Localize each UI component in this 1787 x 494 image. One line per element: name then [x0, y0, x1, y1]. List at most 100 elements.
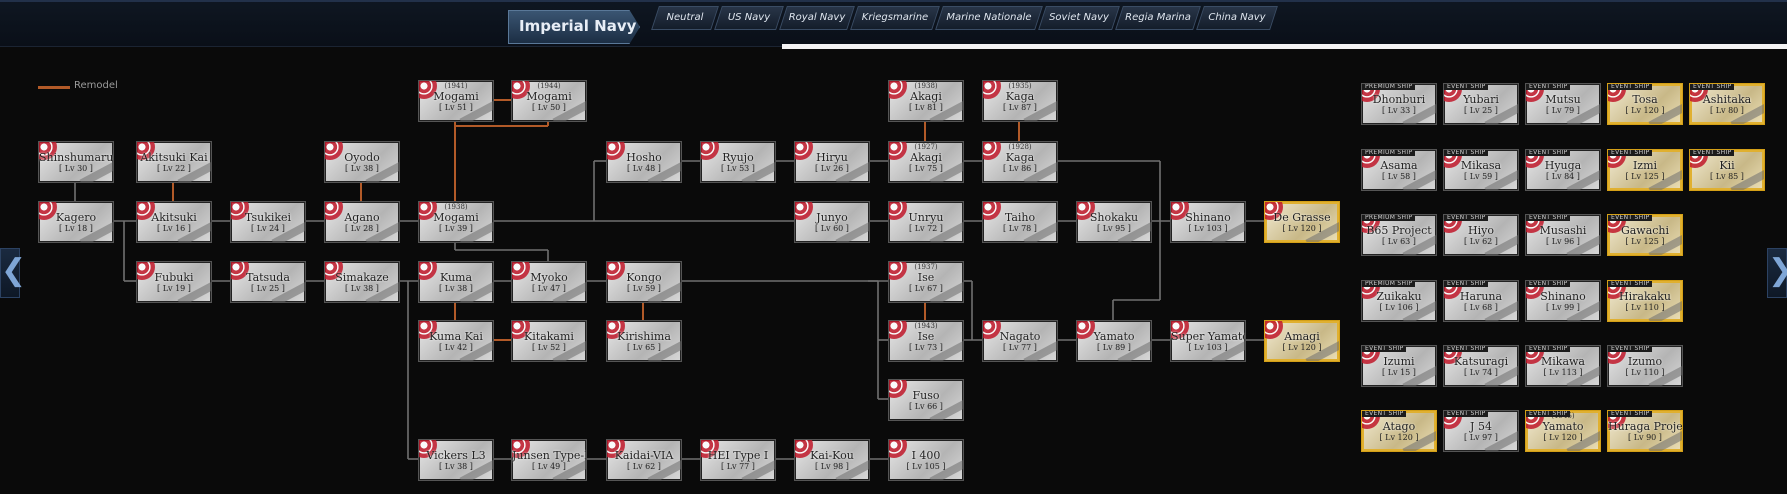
ship-card-mogami1941[interactable]: (1941) Mogami[ Lv 51 ]: [418, 80, 494, 122]
ship-level: [ Lv 28 ]: [345, 224, 379, 233]
ship-card-i400[interactable]: I 400[ Lv 105 ]: [888, 439, 964, 481]
ship-name: Akagi: [910, 90, 942, 103]
ship-card-ashitaka[interactable]: Ashitaka[ Lv 80 ] EVENT SHIP: [1689, 83, 1765, 125]
ship-card-kitakami[interactable]: Kitakami[ Lv 52 ]: [511, 320, 587, 362]
ship-name: Hosho: [626, 151, 662, 164]
scroll-left-arrow[interactable]: ❮: [0, 248, 26, 298]
ship-card-b65project[interactable]: B65 Project[ Lv 63 ] PREMIUM SHIP: [1361, 214, 1437, 256]
ship-card-myoko[interactable]: Myoko[ Lv 47 ]: [511, 261, 587, 303]
ship-card-zuikaku[interactable]: Zuikaku[ Lv 106 ] PREMIUM SHIP: [1361, 280, 1437, 322]
ship-card-shinano[interactable]: Shinano[ Lv 103 ]: [1170, 201, 1246, 243]
ship-level: [ Lv 84 ]: [1546, 172, 1580, 181]
ship-card-musashi[interactable]: Musashi[ Lv 96 ] EVENT SHIP: [1525, 214, 1601, 256]
ship-card-heitype1[interactable]: HEI Type I[ Lv 77 ]: [700, 439, 776, 481]
ship-card-hirakaku[interactable]: Hirakaku[ Lv 110 ] EVENT SHIP: [1607, 280, 1683, 322]
ship-type-badge: EVENT SHIP: [1526, 411, 1571, 417]
ship-card-simakaze[interactable]: Simakaze[ Lv 38 ]: [324, 261, 400, 303]
ship-card-atago[interactable]: Atago[ Lv 120 ] EVENT SHIP: [1361, 410, 1437, 452]
ship-year: (1928): [1008, 143, 1032, 151]
ship-card-shinshumaru[interactable]: Shinshumaru[ Lv 30 ]: [38, 141, 114, 183]
ship-card-ise1937[interactable]: (1937) Ise[ Lv 67 ]: [888, 261, 964, 303]
ship-level: [ Lv 66 ]: [909, 402, 943, 411]
ship-name: Mutsu: [1545, 93, 1581, 106]
ship-name: Junyo: [816, 211, 848, 224]
ship-name: Mogami: [433, 90, 479, 103]
ship-card-shokaku[interactable]: Shokaku[ Lv 95 ]: [1076, 201, 1152, 243]
ship-card-agano[interactable]: Agano[ Lv 28 ]: [324, 201, 400, 243]
ship-card-tosa[interactable]: Tosa[ Lv 120 ] EVENT SHIP: [1607, 83, 1683, 125]
ship-card-tatsuda[interactable]: Tatsuda[ Lv 25 ]: [230, 261, 306, 303]
ship-level: [ Lv 58 ]: [1382, 172, 1416, 181]
ship-card-gawachi[interactable]: Gawachi[ Lv 125 ] EVENT SHIP: [1607, 214, 1683, 256]
ship-card-akitsukikai[interactable]: Akitsuki Kai[ Lv 22 ]: [136, 141, 212, 183]
ship-card-akagi1927[interactable]: (1927) Akagi[ Lv 75 ]: [888, 141, 964, 183]
ship-card-amagi[interactable]: Amagi[ Lv 120 ]: [1264, 320, 1340, 362]
ship-name: Agano: [344, 211, 380, 224]
ship-card-nagato[interactable]: Nagato[ Lv 77 ]: [982, 320, 1058, 362]
ship-card-yamato[interactable]: Yamato[ Lv 89 ]: [1076, 320, 1152, 362]
ship-card-huragaproject[interactable]: Huraga Project[ Lv 90 ] EVENT SHIP: [1607, 410, 1683, 452]
ship-card-akitsuki[interactable]: Akitsuki[ Lv 16 ]: [136, 201, 212, 243]
ship-level: [ Lv 73 ]: [909, 343, 943, 352]
ship-card-oyodo[interactable]: Oyodo[ Lv 38 ]: [324, 141, 400, 183]
ship-card-taiho[interactable]: Taiho[ Lv 78 ]: [982, 201, 1058, 243]
ship-level: [ Lv 62 ]: [627, 462, 661, 471]
ship-card-fuso[interactable]: Fuso[ Lv 66 ]: [888, 379, 964, 421]
ship-card-kaikou[interactable]: Kai-Kou[ Lv 98 ]: [794, 439, 870, 481]
ship-card-mogami1944[interactable]: (1944) Mogami[ Lv 50 ]: [511, 80, 587, 122]
ship-card-kirishima[interactable]: Kirishima[ Lv 65 ]: [606, 320, 682, 362]
ship-card-superyamato[interactable]: Super Yamato[ Lv 103 ]: [1170, 320, 1246, 362]
ship-card-mutsu[interactable]: Mutsu[ Lv 79 ] EVENT SHIP: [1525, 83, 1601, 125]
ship-card-kaidaivija[interactable]: Kaidai-VIA[ Lv 62 ]: [606, 439, 682, 481]
ship-card-tsukikei[interactable]: Tsukikei[ Lv 24 ]: [230, 201, 306, 243]
ship-card-izumo[interactable]: Izumo[ Lv 110 ] EVENT SHIP: [1607, 345, 1683, 387]
ship-card-vickersl3[interactable]: Vickers L3[ Lv 38 ]: [418, 439, 494, 481]
ship-card-kaga1928[interactable]: (1928) Kaga[ Lv 86 ]: [982, 141, 1058, 183]
ship-level: [ Lv 110 ]: [1625, 368, 1665, 377]
ship-card-yubari[interactable]: Yubari[ Lv 25 ] EVENT SHIP: [1443, 83, 1519, 125]
ship-card-haruna[interactable]: Haruna[ Lv 68 ] EVENT SHIP: [1443, 280, 1519, 322]
ship-level: [ Lv 39 ]: [439, 224, 473, 233]
scroll-right-arrow[interactable]: ❯: [1767, 248, 1787, 298]
ship-card-hyuga[interactable]: Hyuga[ Lv 84 ] EVENT SHIP: [1525, 149, 1601, 191]
ship-card-j54[interactable]: J 54[ Lv 97 ] EVENT SHIP: [1443, 410, 1519, 452]
ship-card-dhonburi[interactable]: Dhonburi[ Lv 33 ] PREMIUM SHIP: [1361, 83, 1437, 125]
ship-card-ise1943[interactable]: (1943) Ise[ Lv 73 ]: [888, 320, 964, 362]
ship-card-kii[interactable]: Kii[ Lv 85 ] EVENT SHIP: [1689, 149, 1765, 191]
ship-level: [ Lv 103 ]: [1188, 224, 1228, 233]
ship-card-kagero[interactable]: Kagero[ Lv 18 ]: [38, 201, 114, 243]
ship-level: [ Lv 85 ]: [1710, 172, 1744, 181]
ship-card-mikasa[interactable]: Mikasa[ Lv 59 ] EVENT SHIP: [1443, 149, 1519, 191]
ship-card-yamato1945[interactable]: (1945)Yamato[ Lv 120 ]EVENT SHIP: [1525, 410, 1601, 452]
ship-card-unryu[interactable]: Unryu[ Lv 72 ]: [888, 201, 964, 243]
ship-name: Hyuga: [1544, 159, 1582, 172]
ship-card-mogami1938[interactable]: (1938) Mogami[ Lv 39 ]: [418, 201, 494, 243]
ship-name: Akitsuki Kai: [140, 151, 208, 164]
ship-card-junsentype1[interactable]: Junsen Type-I[ Lv 49 ]: [511, 439, 587, 481]
ship-card-shinano2[interactable]: Shinano[ Lv 99 ] EVENT SHIP: [1525, 280, 1601, 322]
ship-card-degrasse[interactable]: De Grasse[ Lv 120 ]: [1264, 201, 1340, 243]
ship-level: [ Lv 42 ]: [439, 343, 473, 352]
ship-card-fubuki[interactable]: Fubuki[ Lv 19 ]: [136, 261, 212, 303]
ship-type-badge: EVENT SHIP: [1444, 411, 1489, 417]
ship-level: [ Lv 97 ]: [1464, 433, 1498, 442]
ship-name: Musashi: [1539, 224, 1587, 237]
ship-card-asama[interactable]: Asama[ Lv 58 ] PREMIUM SHIP: [1361, 149, 1437, 191]
ship-card-izumi[interactable]: Izumi[ Lv 15 ] EVENT SHIP: [1361, 345, 1437, 387]
ship-level: [ Lv 18 ]: [59, 224, 93, 233]
ship-card-mikawa[interactable]: Mikawa[ Lv 113 ] EVENT SHIP: [1525, 345, 1601, 387]
ship-name: Kaga: [1005, 151, 1035, 164]
ship-card-hiyo[interactable]: Hiyo[ Lv 62 ] EVENT SHIP: [1443, 214, 1519, 256]
ship-card-junyo[interactable]: Junyo[ Lv 60 ]: [794, 201, 870, 243]
ship-card-kongo[interactable]: Kongo[ Lv 59 ]: [606, 261, 682, 303]
ship-card-hosho[interactable]: Hosho[ Lv 48 ]: [606, 141, 682, 183]
ship-card-akagi1938[interactable]: (1938) Akagi[ Lv 81 ]: [888, 80, 964, 122]
ship-card-hiryu[interactable]: Hiryu[ Lv 26 ]: [794, 141, 870, 183]
ship-card-kuma[interactable]: Kuma[ Lv 38 ]: [418, 261, 494, 303]
ship-card-kaga1935[interactable]: (1935) Kaga[ Lv 87 ]: [982, 80, 1058, 122]
ship-name: Akagi: [910, 151, 942, 164]
ship-card-ryujo[interactable]: Ryujo[ Lv 53 ]: [700, 141, 776, 183]
ship-card-katsuragi[interactable]: Katsuragi[ Lv 74 ] EVENT SHIP: [1443, 345, 1519, 387]
ship-card-kumakai[interactable]: Kuma Kai[ Lv 42 ]: [418, 320, 494, 362]
ship-card-izmi[interactable]: Izmi[ Lv 125 ] EVENT SHIP: [1607, 149, 1683, 191]
